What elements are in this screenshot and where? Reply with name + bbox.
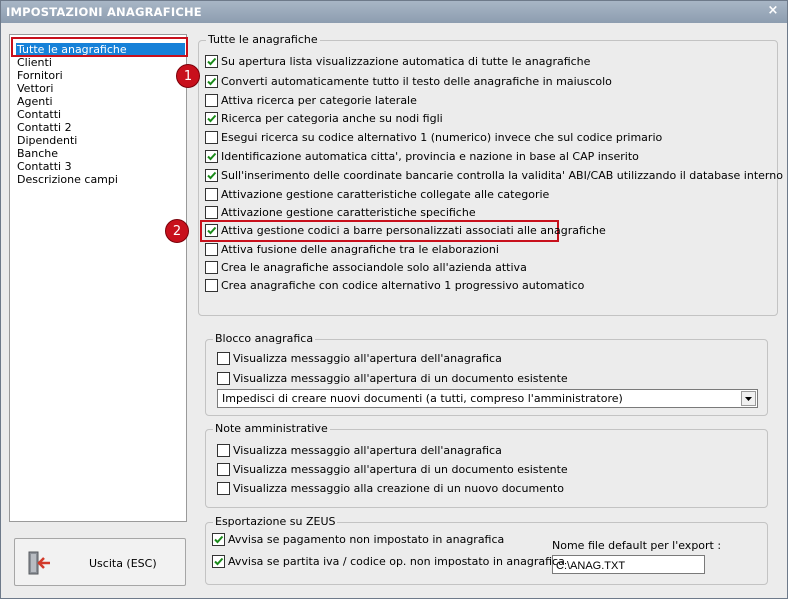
title-bar[interactable]: IMPOSTAZIONI ANAGRAFICHE × (1, 1, 787, 23)
checkbox-label: Visualizza messaggio all'apertura di un … (233, 372, 568, 385)
checkbox-label: Su apertura lista visualizzazione automa… (221, 55, 591, 68)
block-mode-select[interactable]: Impedisci di creare nuovi documenti (a t… (217, 389, 758, 408)
checkbox-label: Attiva fusione delle anagrafiche tra le … (221, 243, 499, 256)
checkbox-label: Sull'inserimento delle coordinate bancar… (221, 169, 783, 182)
category-list[interactable]: Tutte le anagrafiche Clienti Fornitori Vett… (9, 34, 187, 522)
close-icon[interactable]: × (766, 3, 780, 19)
group-export: Esportazione su ZEUS (205, 515, 768, 585)
checkbox[interactable] (205, 206, 218, 219)
checkbox-label: Avvisa se pagamento non impostato in ana… (228, 533, 505, 546)
checkbox-label: Visualizza messaggio alla creazione di u… (233, 482, 564, 495)
exit-door-icon (28, 551, 50, 575)
group-block-legend: Blocco anagrafica (213, 332, 316, 346)
group-notes-legend: Note amministrative (213, 422, 330, 436)
checkbox[interactable] (217, 372, 230, 385)
exit-button-label: Uscita (ESC) (89, 557, 157, 570)
step-badge-2: 2 (165, 219, 189, 243)
checkbox[interactable] (217, 352, 230, 365)
checkbox-label: Crea anagrafiche con codice alternativo … (221, 279, 585, 292)
checkbox-label: Esegui ricerca su codice alternativo 1 (… (221, 131, 663, 144)
exit-button[interactable]: Uscita (ESC) (14, 538, 186, 586)
checkbox[interactable] (205, 94, 218, 107)
checkbox[interactable] (205, 55, 218, 68)
sidebar-item[interactable]: Dipendenti (16, 134, 77, 147)
checkbox[interactable] (205, 112, 218, 125)
checkbox[interactable] (205, 188, 218, 201)
checkbox-label: Avvisa se partita iva / codice op. non i… (228, 555, 565, 568)
step-badge-1: 1 (176, 64, 200, 88)
block-mode-select-value: Impedisci di creare nuovi documenti (a t… (222, 392, 623, 405)
group-export-legend: Esportazione su ZEUS (213, 515, 338, 529)
checkbox-label: Visualizza messaggio all'apertura dell'a… (233, 444, 502, 457)
checkbox-label: Visualizza messaggio all'apertura dell'a… (233, 352, 502, 365)
checkbox[interactable] (217, 444, 230, 457)
chevron-down-icon[interactable] (741, 391, 756, 406)
checkbox-label: Converti automaticamente tutto il testo … (221, 75, 612, 88)
checkbox[interactable] (205, 243, 218, 256)
checkbox[interactable] (205, 279, 218, 292)
sidebar-item[interactable]: Contatti 3 (16, 160, 72, 173)
checkbox-label: Attivazione gestione caratteristiche col… (221, 188, 550, 201)
export-filename-label: Nome file default per l'export : (552, 539, 722, 552)
sidebar-item[interactable]: Clienti (16, 56, 52, 69)
group-all-legend: Tutte le anagrafiche (206, 33, 320, 47)
checkbox-label: Visualizza messaggio all'apertura di un … (233, 463, 568, 476)
checkbox[interactable] (205, 150, 218, 163)
checkbox[interactable] (205, 131, 218, 144)
sidebar-item[interactable]: Vettori (16, 82, 53, 95)
checkbox-label: Attiva gestione codici a barre personali… (221, 224, 606, 237)
checkbox[interactable] (205, 169, 218, 182)
settings-window: IMPOSTAZIONI ANAGRAFICHE × Tutte le anag… (0, 0, 788, 599)
checkbox-label: Attiva ricerca per categorie laterale (221, 94, 417, 107)
checkbox[interactable] (205, 75, 218, 88)
sidebar-item[interactable]: Banche (16, 147, 58, 160)
checkbox[interactable] (212, 533, 225, 546)
sidebar-item[interactable]: Agenti (16, 95, 53, 108)
sidebar-item[interactable]: Descrizione campi (16, 173, 118, 186)
checkbox[interactable] (217, 482, 230, 495)
export-filename-input[interactable] (552, 555, 705, 574)
checkbox-label: Attivazione gestione caratteristiche spe… (221, 206, 476, 219)
sidebar-item[interactable]: Fornitori (16, 69, 63, 82)
sidebar-item[interactable]: Contatti (16, 108, 61, 121)
window-title: IMPOSTAZIONI ANAGRAFICHE (6, 5, 202, 19)
sidebar-item[interactable]: Tutte le anagrafiche (16, 43, 185, 56)
checkbox[interactable] (205, 261, 218, 274)
checkbox[interactable] (212, 555, 225, 568)
sidebar-item[interactable]: Contatti 2 (16, 121, 72, 134)
checkbox-label: Ricerca per categoria anche su nodi figl… (221, 112, 443, 125)
checkbox[interactable] (205, 224, 218, 237)
checkbox-label: Identificazione automatica citta', provi… (221, 150, 639, 163)
checkbox-label: Crea le anagrafiche associandole solo al… (221, 261, 527, 274)
checkbox[interactable] (217, 463, 230, 476)
